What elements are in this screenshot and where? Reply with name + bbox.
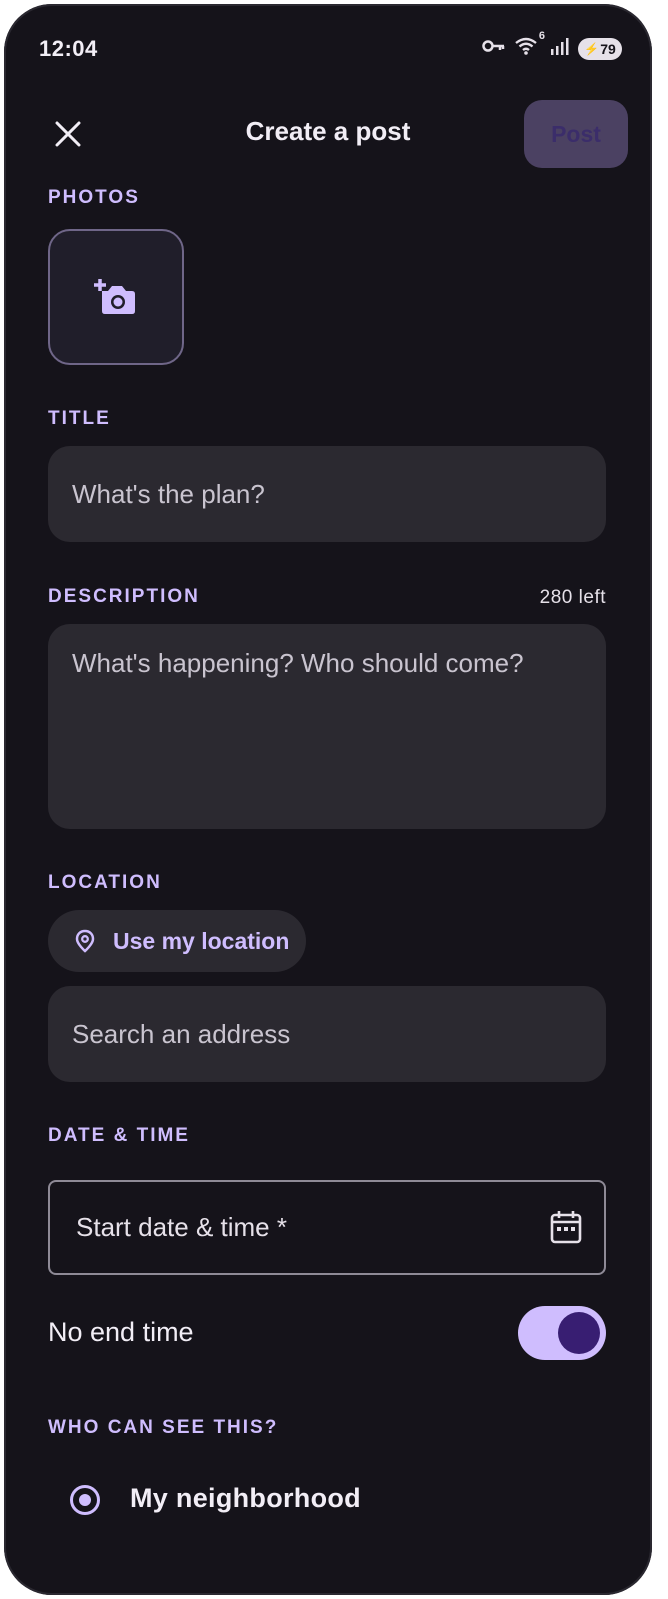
battery-level: 79 [600, 40, 616, 57]
add-photo-icon [94, 279, 135, 314]
status-icons: 6 ⚡ 79 [482, 30, 622, 61]
wifi-icon: 6 [514, 30, 545, 61]
address-placeholder: Search an address [72, 1018, 291, 1049]
no-end-time-label: No end time [48, 1317, 194, 1347]
key-icon [482, 38, 506, 59]
radio-my-neighborhood[interactable]: My neighborhood [70, 1479, 470, 1529]
toggle-knob [558, 1312, 600, 1354]
status-time: 12:04 [39, 36, 98, 61]
post-button[interactable]: Post [524, 100, 628, 168]
use-my-location-label: Use my location [113, 928, 290, 954]
radio-dot [79, 1494, 91, 1506]
status-bar: 12:04 6 ⚡ 79 [4, 4, 652, 94]
calendar-icon[interactable] [550, 1210, 582, 1244]
location-pin-icon [75, 929, 95, 953]
top-app-bar: Create a post Post [4, 100, 652, 170]
charging-icon: ⚡ [584, 41, 600, 56]
start-date-time-label: Start date & time * [76, 1212, 287, 1242]
photos-label: PHOTOS [48, 187, 140, 208]
phone-screen: 12:04 6 ⚡ 79 Create a post Post PHOTOS T… [4, 4, 652, 1595]
location-label: LOCATION [48, 872, 162, 893]
radio-label: My neighborhood [130, 1483, 361, 1513]
title-placeholder: What's the plan? [72, 478, 265, 509]
description-placeholder: What's happening? Who should come? [72, 648, 524, 678]
wifi-badge: 6 [538, 30, 545, 42]
radio-button[interactable] [70, 1485, 100, 1515]
start-date-time-field[interactable]: Start date & time * [48, 1180, 606, 1275]
no-end-time-toggle[interactable] [518, 1306, 606, 1360]
visibility-label: WHO CAN SEE THIS? [48, 1417, 279, 1438]
battery-indicator: ⚡ 79 [578, 37, 622, 60]
address-search-input[interactable]: Search an address [48, 986, 606, 1082]
use-my-location-button[interactable]: Use my location [48, 910, 306, 972]
signal-icon [550, 37, 570, 60]
date-time-label: DATE & TIME [48, 1125, 190, 1146]
add-photo-button[interactable] [48, 229, 184, 365]
title-input[interactable]: What's the plan? [48, 446, 606, 542]
description-label: DESCRIPTION [48, 586, 200, 607]
title-label: TITLE [48, 408, 111, 429]
character-counter: 280 left [539, 587, 606, 608]
description-input[interactable]: What's happening? Who should come? [48, 624, 606, 829]
